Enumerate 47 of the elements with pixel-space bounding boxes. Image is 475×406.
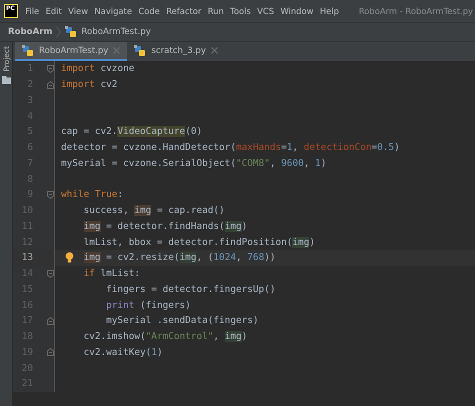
menu-item[interactable]: Code bbox=[135, 6, 164, 16]
fold-icon[interactable] bbox=[47, 190, 54, 199]
file-tab[interactable]: RoboArmTest.py bbox=[15, 42, 128, 61]
code-line: detector = cvzone.HandDetector(maxHands=1, detectionCon=0.5) bbox=[61, 142, 400, 154]
menu-item[interactable]: View bbox=[64, 6, 92, 16]
chevron-icon bbox=[56, 26, 62, 38]
fold-icon[interactable] bbox=[47, 80, 54, 89]
menu-item[interactable]: Refactor bbox=[163, 6, 205, 16]
fold-icon[interactable] bbox=[47, 316, 54, 325]
line-number: 13 bbox=[20, 252, 33, 264]
code-line: cap = cv2.VideoCapture(0) bbox=[61, 126, 202, 138]
code-line: fingers = detector.fingersUp() bbox=[106, 284, 276, 295]
code-line: import cvzone bbox=[61, 63, 134, 74]
menu-item[interactable]: VCS bbox=[254, 6, 278, 16]
code-line: img = cv2.resize(img, (1024, 768)) bbox=[84, 252, 276, 264]
breadcrumb-item[interactable]: RoboArmTest.py bbox=[81, 27, 151, 37]
code-line: if lmList: bbox=[84, 268, 140, 280]
menu-item[interactable]: Window bbox=[277, 6, 317, 16]
fold-icon[interactable] bbox=[47, 64, 54, 73]
fold-icon[interactable] bbox=[47, 270, 54, 278]
code-line: mySerial .sendData(fingers) bbox=[106, 315, 259, 326]
menu-item[interactable]: Edit bbox=[42, 6, 65, 16]
code-line: cv2.waitKey(1) bbox=[84, 346, 163, 358]
close-icon[interactable] bbox=[210, 47, 218, 54]
lightbulb-icon[interactable] bbox=[65, 252, 74, 263]
file-tab[interactable]: scratch_3.py bbox=[127, 42, 225, 61]
code-line: lmList, bbox = detector.findPosition(img) bbox=[84, 236, 315, 248]
folder-icon[interactable] bbox=[2, 76, 10, 84]
window-title: RoboArm - RoboArmTest.py bbox=[358, 6, 473, 16]
code-line: import cv2 bbox=[61, 79, 118, 90]
menu-item[interactable]: File bbox=[22, 6, 42, 16]
code-line: while True: bbox=[61, 189, 124, 200]
code-line: print (fingers) bbox=[106, 300, 191, 311]
code-line: success, img = cap.read() bbox=[84, 205, 225, 216]
code-line: img = detector.findHands(img) bbox=[84, 220, 248, 232]
code-line: mySerial = cvzone.SerialObject("COM8", 9600, 1) bbox=[61, 158, 326, 169]
python-file-icon bbox=[22, 44, 34, 56]
breadcrumb-item[interactable]: RoboArm bbox=[8, 27, 52, 37]
python-file-icon bbox=[134, 44, 146, 56]
menu-item[interactable]: Tools bbox=[226, 6, 254, 16]
menu-item[interactable]: Run bbox=[204, 6, 227, 16]
close-icon[interactable] bbox=[113, 47, 120, 54]
menu-item[interactable]: Help bbox=[316, 6, 342, 16]
fold-icon[interactable] bbox=[47, 348, 54, 356]
menu-item[interactable]: Navigate bbox=[91, 6, 136, 16]
python-file-icon bbox=[65, 26, 78, 38]
code-line: cv2.imshow("ArmControl", img) bbox=[84, 331, 248, 342]
